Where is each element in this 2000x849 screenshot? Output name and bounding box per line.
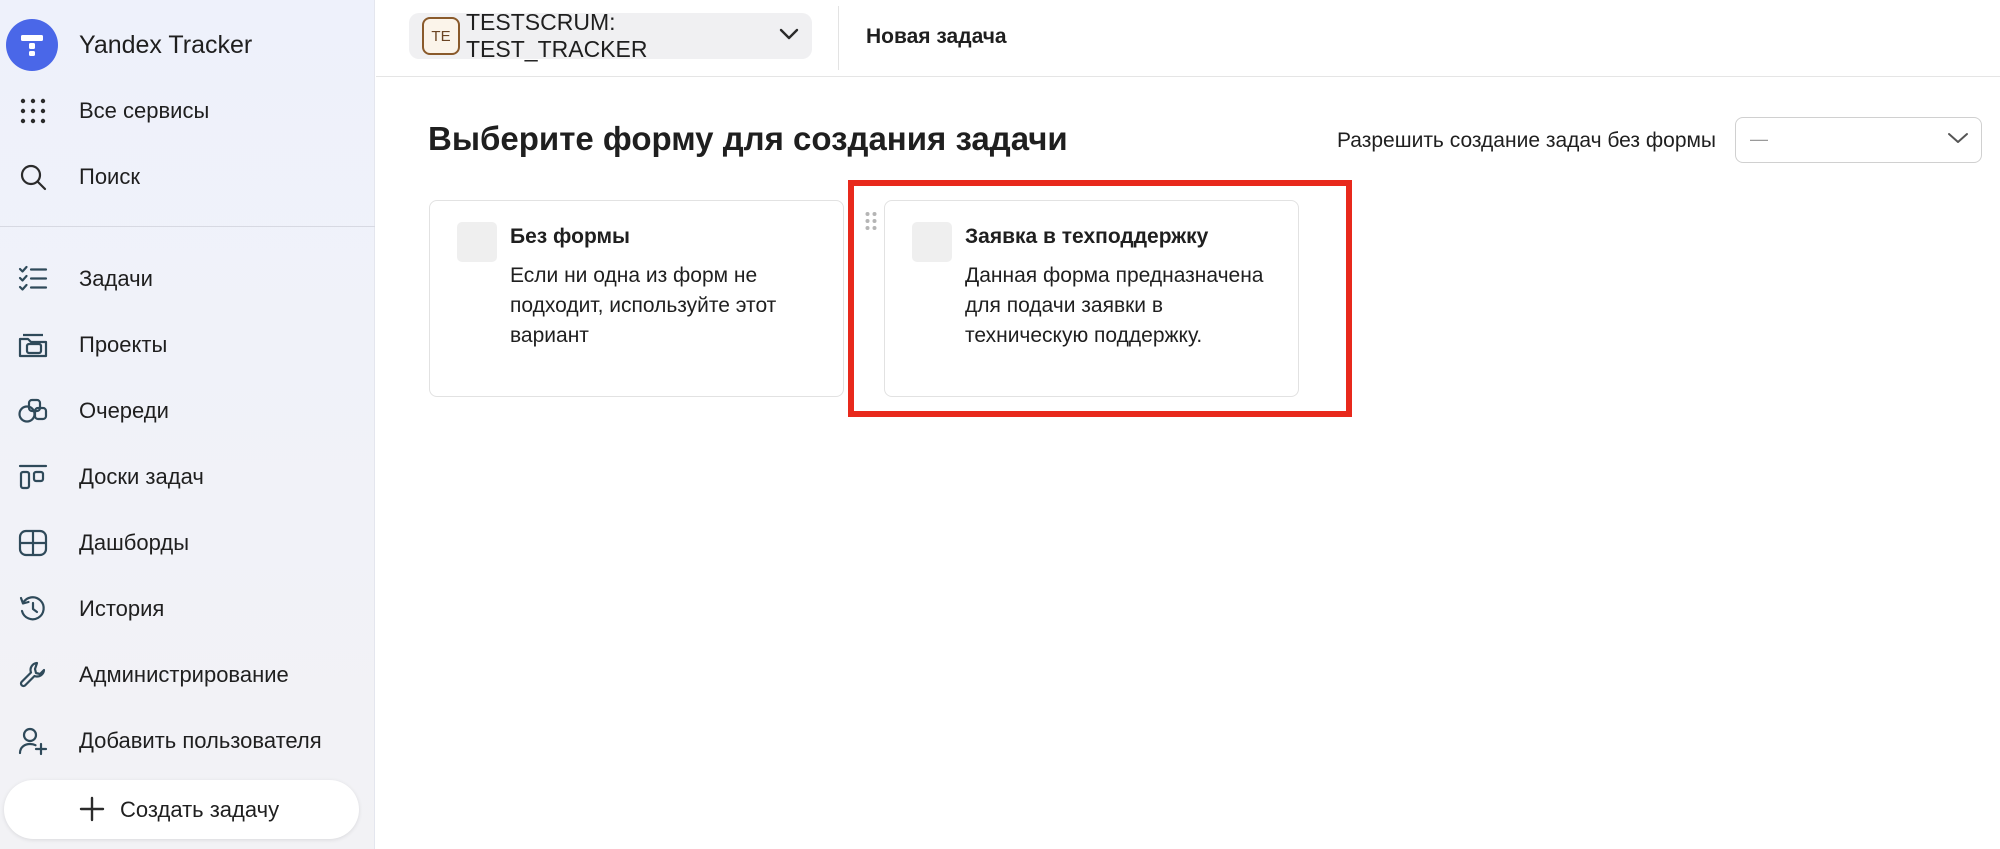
page-title: Выберите форму для создания задачи	[428, 120, 1068, 157]
sidebar-item-label: Поиск	[79, 164, 140, 189]
form-card-no-form[interactable]: Без формы Если ни одна из форм не подход…	[429, 200, 844, 397]
brand[interactable]: Yandex Tracker	[6, 19, 252, 71]
create-task-button[interactable]: Создать задачу	[4, 780, 359, 839]
drag-handle-icon[interactable]	[864, 211, 878, 231]
sidebar-item-label: История	[79, 596, 165, 621]
queue-name: TESTSCRUM: TEST_TRACKER	[466, 9, 648, 62]
form-card-support-request[interactable]: Заявка в техподдержку Данная форма предн…	[884, 200, 1299, 397]
plus-icon	[79, 796, 105, 822]
add-user-icon	[18, 726, 48, 756]
grid-dots-icon	[18, 96, 48, 126]
brand-name: Yandex Tracker	[79, 30, 253, 59]
sidebar-item-label: Проекты	[79, 332, 168, 357]
form-icon	[912, 222, 952, 262]
queues-icon	[18, 396, 48, 426]
sidebar-item-projects[interactable]: Проекты	[0, 320, 375, 370]
sidebar-item-administration[interactable]: Администрирование	[0, 650, 375, 700]
task-list-icon	[18, 264, 48, 294]
sidebar-item-label: Доски задач	[79, 464, 204, 489]
form-card-title: Заявка в техподдержку	[965, 225, 1209, 248]
header: TE TESTSCRUM: TEST_TRACKER Новая задача	[376, 0, 2000, 77]
sidebar-item-search[interactable]: Поиск	[0, 152, 375, 202]
boards-icon	[18, 462, 48, 492]
sidebar-item-label: Дашборды	[79, 530, 189, 555]
wrench-icon	[18, 660, 48, 690]
sidebar-item-label: Все сервисы	[79, 98, 210, 123]
history-icon	[18, 594, 48, 624]
sidebar-item-all-services[interactable]: Все сервисы	[0, 86, 375, 136]
allow-without-form-select[interactable]: —	[1735, 117, 1982, 163]
allow-without-form-label: Разрешить создание задач без формы	[1337, 129, 1717, 152]
sidebar-divider	[0, 226, 375, 227]
form-card-title: Без формы	[510, 225, 630, 248]
form-card-description: Если ни одна из форм не подходит, исполь…	[510, 264, 777, 347]
search-icon	[18, 162, 48, 192]
tracker-logo-icon	[6, 19, 58, 71]
sidebar-item-label: Добавить пользователя	[79, 728, 322, 753]
header-divider	[838, 6, 839, 70]
create-task-label: Создать задачу	[120, 796, 280, 822]
dashboards-icon	[18, 528, 48, 558]
form-icon	[457, 222, 497, 262]
sidebar-item-boards[interactable]: Доски задач	[0, 452, 375, 502]
sidebar-item-add-user[interactable]: Добавить пользователя	[0, 716, 375, 766]
queue-selector[interactable]: TE TESTSCRUM: TEST_TRACKER	[409, 9, 812, 62]
chevron-down-icon	[1947, 131, 1969, 150]
sidebar-item-label: Задачи	[79, 266, 153, 291]
sidebar-item-label: Очереди	[79, 398, 169, 423]
queue-avatar: TE	[422, 17, 460, 55]
page-header-title: Новая задача	[866, 25, 1007, 48]
chevron-down-icon	[779, 27, 799, 46]
form-card-description: Данная форма предназначена для подачи за…	[965, 264, 1264, 347]
select-value: —	[1750, 129, 1768, 149]
sidebar-item-tasks[interactable]: Задачи	[0, 254, 375, 304]
sidebar-item-dashboards[interactable]: Дашборды	[0, 518, 375, 568]
projects-icon	[18, 330, 48, 360]
sidebar-item-history[interactable]: История	[0, 584, 375, 634]
sidebar-item-label: Администрирование	[79, 662, 289, 687]
sidebar-item-queues[interactable]: Очереди	[0, 386, 375, 436]
sidebar: Yandex Tracker Все сервисы Поиск Задачи …	[0, 0, 375, 849]
